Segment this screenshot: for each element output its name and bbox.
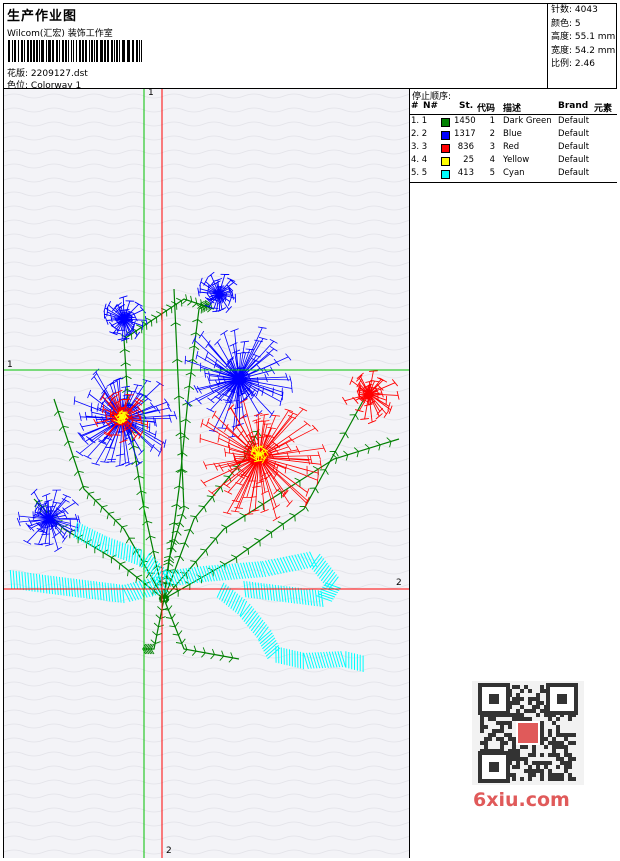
- table-row: 1. 1 1450 1 Dark Green Default: [410, 116, 617, 129]
- color-swatch: [441, 118, 450, 127]
- stat-stitches: 针数: 4043: [551, 5, 598, 15]
- cell-desc: Yellow: [503, 155, 530, 165]
- col-number: N#: [423, 101, 439, 111]
- horizontal-axis-1-label: 1: [7, 360, 13, 370]
- vertical-axis-1-label: 1: [148, 89, 154, 98]
- col-code: 代码: [477, 104, 496, 114]
- table-bottom-line: [410, 182, 617, 183]
- header-underline: [410, 114, 617, 115]
- cell-stitches: 1317: [454, 129, 476, 139]
- cell-code: 2: [489, 129, 495, 139]
- cell-stitches: 1450: [454, 116, 476, 126]
- cell-index: 5. 5: [411, 168, 428, 178]
- color-swatch: [441, 144, 450, 153]
- col-stitches: St.: [459, 101, 474, 111]
- cell-brand: Default: [558, 142, 590, 152]
- horizontal-axis-2-label: 2: [396, 578, 402, 588]
- cell-index: 4. 4: [411, 155, 428, 165]
- color-swatch: [441, 170, 450, 179]
- stat-colors: 颜色: 5: [551, 18, 581, 29]
- cell-index: 1. 1: [411, 116, 428, 126]
- stat-width: 宽度: 54.2 mm: [551, 45, 616, 56]
- page-title: 生产作业图: [7, 9, 78, 24]
- company-name: Wilcom(汇宏) 装饰工作室: [7, 29, 113, 39]
- design-canvas[interactable]: 1 1 2 2: [4, 89, 409, 858]
- cell-stitches: 836: [457, 142, 474, 152]
- table-row: 3. 3 836 3 Red Default: [410, 142, 617, 155]
- canvas-background: [4, 89, 409, 858]
- cell-code: 5: [489, 168, 495, 178]
- cell-stitches: 25: [463, 155, 474, 165]
- embroidery-preview: [4, 89, 409, 858]
- cell-code: 3: [489, 142, 495, 152]
- watermark-text: 6xiu.com: [473, 789, 570, 811]
- col-description: 描述: [503, 104, 522, 114]
- table-row: 5. 5 413 5 Cyan Default: [410, 168, 617, 181]
- cell-code: 1: [489, 116, 495, 126]
- cell-desc: Red: [503, 142, 520, 152]
- cell-index: 2. 2: [411, 129, 428, 139]
- table-row: 4. 4 25 4 Yellow Default: [410, 155, 617, 168]
- cell-brand: Default: [558, 155, 590, 165]
- cell-brand: Default: [558, 116, 590, 126]
- color-swatch: [441, 157, 450, 166]
- color-swatch: [441, 131, 450, 140]
- cell-desc: Dark Green: [503, 116, 552, 126]
- header-info: 生产作业图 Wilcom(汇宏) 装饰工作室 花版: 2209127.dst 色…: [4, 4, 546, 91]
- stats-panel: 针数: 4043 颜色: 5 高度: 55.1 mm 宽度: 54.2 mm 比…: [547, 3, 617, 88]
- vertical-axis-2-label: 2: [166, 846, 172, 856]
- cell-code: 4: [489, 155, 495, 165]
- stat-height: 高度: 55.1 mm: [551, 32, 616, 42]
- cell-desc: Blue: [503, 129, 522, 139]
- cell-brand: Default: [558, 129, 590, 139]
- stat-scale: 比例: 2.46: [551, 59, 595, 69]
- barcode: [8, 40, 142, 62]
- qr-code: [472, 681, 584, 785]
- stop-sequence-header: # N# St. 代码 描述 Brand 元素: [410, 101, 617, 114]
- col-index: #: [411, 101, 419, 111]
- cell-stitches: 413: [457, 168, 474, 178]
- col-element: 元素: [594, 104, 613, 114]
- cell-brand: Default: [558, 168, 590, 178]
- cell-desc: Cyan: [503, 168, 525, 178]
- col-brand: Brand: [558, 101, 589, 111]
- table-row: 2. 2 1317 2 Blue Default: [410, 129, 617, 142]
- cell-index: 3. 3: [411, 142, 428, 152]
